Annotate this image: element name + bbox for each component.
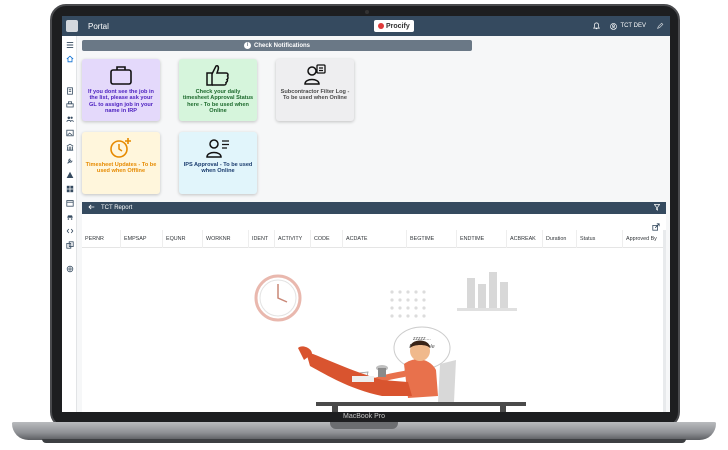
column-header-empsap[interactable]: EMPSAP	[120, 230, 162, 248]
menu-icon[interactable]	[65, 40, 74, 49]
image-icon[interactable]	[65, 128, 74, 137]
tools-icon[interactable]	[65, 156, 74, 165]
tile-text: Check your daily timesheet Approval Stat…	[182, 89, 254, 115]
tile-text: If you dont see the job in the list, ple…	[88, 89, 154, 115]
user-list-icon	[304, 64, 326, 85]
tile-assign-job[interactable]: If you dont see the job in the list, ple…	[82, 59, 160, 121]
check-notifications-bar[interactable]: i Check Notifications	[82, 40, 472, 51]
user-lines-icon	[206, 139, 229, 158]
column-header-approved-by[interactable]: Approved By	[622, 230, 666, 248]
bell-icon[interactable]	[593, 22, 601, 30]
clock-plus-icon	[110, 138, 131, 158]
camera	[365, 10, 369, 14]
back-arrow-icon[interactable]	[88, 204, 95, 212]
screen: Portal Procify TCT DEV i Check Notificat…	[62, 16, 670, 412]
stage: MacBook Pro Portal Procify TCT DEV i Che…	[0, 0, 728, 450]
tile-subcontractor-filter[interactable]: Subcontractor Filter Log - To be used wh…	[276, 59, 354, 121]
check-notifications-label: Check Notifications	[253, 42, 310, 49]
user-icon	[610, 22, 618, 30]
copy-icon[interactable]	[65, 240, 74, 249]
brand-name: Procify	[386, 22, 410, 30]
user-menu[interactable]: TCT DEV	[610, 22, 646, 30]
column-header-duration[interactable]: Duration	[542, 230, 576, 248]
filter-icon[interactable]	[653, 204, 661, 213]
column-header-ident[interactable]: IDENT	[248, 230, 274, 248]
column-header-endtime[interactable]: ENDTIME	[456, 230, 506, 248]
document-icon[interactable]	[65, 86, 74, 95]
table-header: PERNR EMPSAP EQUNR WORKNR IDENT ACTIVITY CODE A…	[82, 230, 666, 248]
tile-ips-approval[interactable]: IPS Approval - To be used when Online	[179, 132, 257, 194]
base-notch	[330, 422, 398, 429]
base-foot	[42, 439, 686, 443]
column-header-status[interactable]: Status	[576, 230, 622, 248]
team-icon[interactable]	[65, 114, 74, 123]
building-icon[interactable]	[65, 142, 74, 151]
thumbs-up-icon	[206, 65, 229, 86]
column-header-equnr[interactable]: EQUNR	[162, 230, 202, 248]
column-header-acdate[interactable]: ACDATE	[342, 230, 406, 248]
grid-icon[interactable]	[65, 184, 74, 193]
column-header-pernr[interactable]: PERNR	[82, 230, 120, 248]
briefcase-icon	[110, 66, 132, 85]
brand-mark-icon	[378, 23, 384, 29]
relaxing-person-illustration: zzzzz.... No trouble here	[254, 272, 526, 412]
info-icon: i	[243, 42, 251, 49]
laptop-base	[12, 422, 716, 443]
tile-timesheet-updates[interactable]: Timesheet Updates - To be used when Offl…	[82, 132, 160, 194]
side-nav	[62, 36, 77, 412]
column-header-code[interactable]: CODE	[310, 230, 342, 248]
column-header-activity[interactable]: ACTIVITY	[274, 230, 310, 248]
report-title: TCT Report	[101, 205, 133, 211]
warning-icon[interactable]	[65, 170, 74, 179]
settings-icon[interactable]	[65, 264, 74, 273]
company-logo[interactable]	[66, 20, 78, 32]
tile-text: IPS Approval - To be used when Online	[183, 162, 253, 175]
shell-bar: Portal	[62, 16, 670, 36]
home-icon[interactable]	[65, 54, 74, 63]
calendar-icon[interactable]	[65, 198, 74, 207]
column-header-worknr[interactable]: WORKNR	[202, 230, 248, 248]
shell-actions: TCT DEV	[593, 16, 664, 36]
column-header-begtime[interactable]: BEGTIME	[406, 230, 456, 248]
user-name: TCT DEV	[620, 23, 646, 29]
tile-timesheet-approval[interactable]: Check your daily timesheet Approval Stat…	[179, 59, 257, 121]
device-label: MacBook Pro	[342, 413, 386, 420]
brand-logo: Procify	[374, 20, 414, 32]
empty-state-illustration: zzzzz.... No trouble here	[232, 256, 532, 412]
print-icon[interactable]	[65, 100, 74, 109]
vertical-scrollbar[interactable]	[663, 230, 666, 412]
tile-text: Subcontractor Filter Log - To be used wh…	[280, 89, 350, 102]
tile-text: Timesheet Updates - To be used when Offl…	[85, 162, 157, 175]
column-header-acbreak[interactable]: ACBREAK	[506, 230, 542, 248]
report-header: TCT Report	[82, 202, 666, 214]
app-title: Portal	[88, 21, 109, 31]
pencil-icon[interactable]	[656, 22, 664, 30]
code-icon[interactable]	[65, 226, 74, 235]
car-icon[interactable]	[65, 212, 74, 221]
